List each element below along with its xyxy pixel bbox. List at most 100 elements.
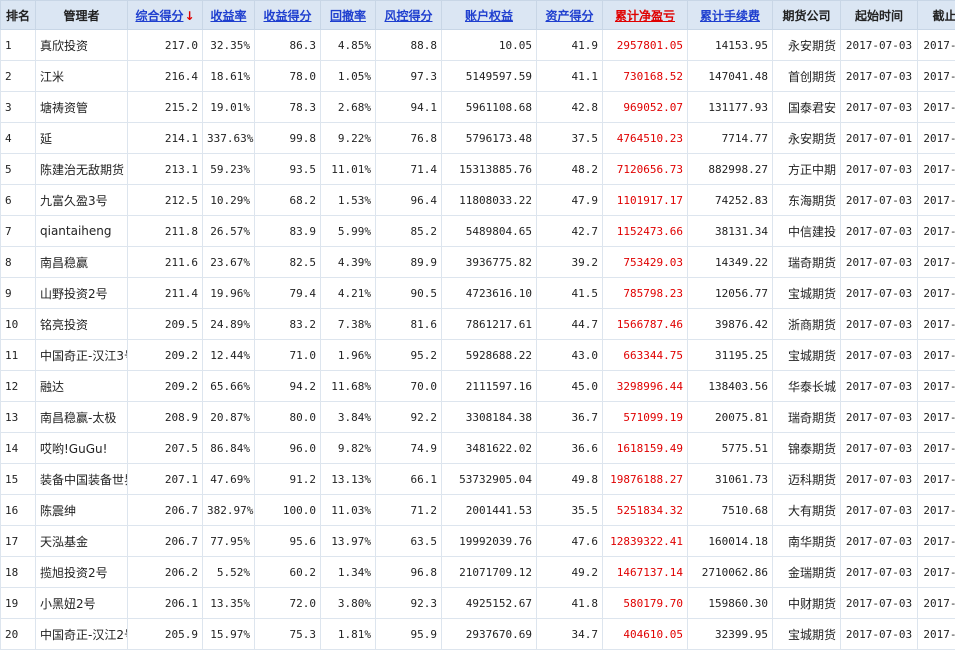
- table-row[interactable]: 13南昌稳赢-太极208.920.87%80.03.84%92.23308184…: [1, 402, 955, 433]
- cell-start-date: 2017-07-03: [841, 216, 918, 247]
- cell-equity: 11808033.22: [442, 185, 537, 216]
- cell-return-rate: 47.69%: [203, 464, 255, 495]
- header-return-rate[interactable]: 收益率: [203, 1, 255, 30]
- cell-return-rate: 20.87%: [203, 402, 255, 433]
- cell-manager[interactable]: 延: [36, 123, 128, 154]
- cell-risk-score: 96.4: [376, 185, 442, 216]
- header-net-profit[interactable]: 累计净盈亏: [603, 1, 688, 30]
- cell-manager[interactable]: 揽旭投资2号: [36, 557, 128, 588]
- cell-manager[interactable]: 南昌稳赢: [36, 247, 128, 278]
- cell-manager[interactable]: 天泓基金: [36, 526, 128, 557]
- cell-manager[interactable]: 山野投资2号: [36, 278, 128, 309]
- cell-manager[interactable]: 九富久盈3号: [36, 185, 128, 216]
- cell-net-profit: 571099.19: [603, 402, 688, 433]
- cell-manager[interactable]: 真欣投资: [36, 30, 128, 61]
- cell-asset-score: 42.8: [537, 92, 603, 123]
- cell-start-date: 2017-07-03: [841, 92, 918, 123]
- table-row[interactable]: 17天泓基金206.777.95%95.613.97%63.519992039.…: [1, 526, 955, 557]
- cell-drawdown: 1.96%: [321, 340, 376, 371]
- cell-net-profit: 4764510.23: [603, 123, 688, 154]
- table-row[interactable]: 12融达209.265.66%94.211.68%70.02111597.164…: [1, 371, 955, 402]
- cell-manager[interactable]: 小黑妞2号: [36, 588, 128, 619]
- table-row[interactable]: 5陈建治无敌期货213.159.23%93.511.01%71.41531388…: [1, 154, 955, 185]
- table-row[interactable]: 10铭亮投资209.524.89%83.27.38%81.67861217.61…: [1, 309, 955, 340]
- table-row[interactable]: 7qiantaiheng211.826.57%83.95.99%85.25489…: [1, 216, 955, 247]
- header-return-score[interactable]: 收益得分: [255, 1, 321, 30]
- cell-return-score: 72.0: [255, 588, 321, 619]
- cell-risk-score: 76.8: [376, 123, 442, 154]
- table-row[interactable]: 18揽旭投资2号206.25.52%60.21.34%96.821071709.…: [1, 557, 955, 588]
- cell-company: 南华期货: [773, 526, 841, 557]
- cell-manager[interactable]: 南昌稳赢-太极: [36, 402, 128, 433]
- cell-net-profit: 1152473.66: [603, 216, 688, 247]
- table-row[interactable]: 8南昌稳赢211.623.67%82.54.39%89.93936775.823…: [1, 247, 955, 278]
- cell-return-rate: 86.84%: [203, 433, 255, 464]
- cell-return-score: 94.2: [255, 371, 321, 402]
- cell-manager[interactable]: 融达: [36, 371, 128, 402]
- header-fees[interactable]: 累计手续费: [688, 1, 773, 30]
- cell-fees: 7714.77: [688, 123, 773, 154]
- cell-score: 214.1: [128, 123, 203, 154]
- cell-return-score: 100.0: [255, 495, 321, 526]
- cell-return-score: 93.5: [255, 154, 321, 185]
- cell-end-date: 2017-11-06: [918, 154, 955, 185]
- cell-manager[interactable]: qiantaiheng: [36, 216, 128, 247]
- cell-fees: 12056.77: [688, 278, 773, 309]
- table-row[interactable]: 9山野投资2号211.419.96%79.44.21%90.54723616.1…: [1, 278, 955, 309]
- cell-drawdown: 3.80%: [321, 588, 376, 619]
- cell-asset-score: 36.7: [537, 402, 603, 433]
- cell-manager[interactable]: 装备中国装备世界: [36, 464, 128, 495]
- cell-manager[interactable]: 江米: [36, 61, 128, 92]
- cell-risk-score: 63.5: [376, 526, 442, 557]
- table-row[interactable]: 14哎哟!GuGu!207.586.84%96.09.82%74.9348162…: [1, 433, 955, 464]
- cell-company: 永安期货: [773, 123, 841, 154]
- cell-drawdown: 5.99%: [321, 216, 376, 247]
- table-row[interactable]: 16陈震绅206.7382.97%100.011.03%71.22001441.…: [1, 495, 955, 526]
- cell-end-date: 2017-11-06: [918, 92, 955, 123]
- cell-company: 浙商期货: [773, 309, 841, 340]
- cell-return-score: 83.2: [255, 309, 321, 340]
- cell-return-score: 78.3: [255, 92, 321, 123]
- cell-asset-score: 48.2: [537, 154, 603, 185]
- cell-return-rate: 59.23%: [203, 154, 255, 185]
- header-asset-score[interactable]: 资产得分: [537, 1, 603, 30]
- ranking-table: 排名 管理者 综合得分↓ 收益率 收益得分 回撤率 风控得分 账户权益 资产得分…: [0, 0, 955, 650]
- table-row[interactable]: 4延214.1337.63%99.89.22%76.85796173.4837.…: [1, 123, 955, 154]
- table-row[interactable]: 11中国奇正-汉江3号209.212.44%71.01.96%95.259286…: [1, 340, 955, 371]
- cell-end-date: 2017-11-06: [918, 278, 955, 309]
- cell-manager[interactable]: 铭亮投资: [36, 309, 128, 340]
- cell-manager[interactable]: 中国奇正-汉江3号: [36, 340, 128, 371]
- cell-equity: 15313885.76: [442, 154, 537, 185]
- cell-score: 206.2: [128, 557, 203, 588]
- cell-manager[interactable]: 陈建治无敌期货: [36, 154, 128, 185]
- header-risk-score[interactable]: 风控得分: [376, 1, 442, 30]
- cell-manager[interactable]: 哎哟!GuGu!: [36, 433, 128, 464]
- header-drawdown[interactable]: 回撤率: [321, 1, 376, 30]
- table-row[interactable]: 1真欣投资217.032.35%86.34.85%88.810.0541.929…: [1, 30, 955, 61]
- cell-manager[interactable]: 塘祷资管: [36, 92, 128, 123]
- cell-company: 永安期货: [773, 30, 841, 61]
- cell-end-date: 2017-11-06: [918, 340, 955, 371]
- table-row[interactable]: 15装备中国装备世界207.147.69%91.213.13%66.153732…: [1, 464, 955, 495]
- table-row[interactable]: 6九富久盈3号212.510.29%68.21.53%96.411808033.…: [1, 185, 955, 216]
- cell-asset-score: 42.7: [537, 216, 603, 247]
- cell-risk-score: 95.2: [376, 340, 442, 371]
- cell-drawdown: 13.97%: [321, 526, 376, 557]
- cell-equity: 19992039.76: [442, 526, 537, 557]
- cell-net-profit: 1101917.17: [603, 185, 688, 216]
- cell-drawdown: 11.68%: [321, 371, 376, 402]
- cell-start-date: 2017-07-03: [841, 433, 918, 464]
- cell-rank: 10: [1, 309, 36, 340]
- table-row[interactable]: 2江米216.418.61%78.01.05%97.35149597.5941.…: [1, 61, 955, 92]
- cell-net-profit: 1467137.14: [603, 557, 688, 588]
- header-equity[interactable]: 账户权益: [442, 1, 537, 30]
- table-row[interactable]: 19小黑妞2号206.113.35%72.03.80%92.34925152.6…: [1, 588, 955, 619]
- cell-start-date: 2017-07-03: [841, 588, 918, 619]
- cell-fees: 138403.56: [688, 371, 773, 402]
- cell-risk-score: 88.8: [376, 30, 442, 61]
- header-score[interactable]: 综合得分↓: [128, 1, 203, 30]
- cell-manager[interactable]: 陈震绅: [36, 495, 128, 526]
- cell-start-date: 2017-07-03: [841, 557, 918, 588]
- cell-equity: 5961108.68: [442, 92, 537, 123]
- table-row[interactable]: 3塘祷资管215.219.01%78.32.68%94.15961108.684…: [1, 92, 955, 123]
